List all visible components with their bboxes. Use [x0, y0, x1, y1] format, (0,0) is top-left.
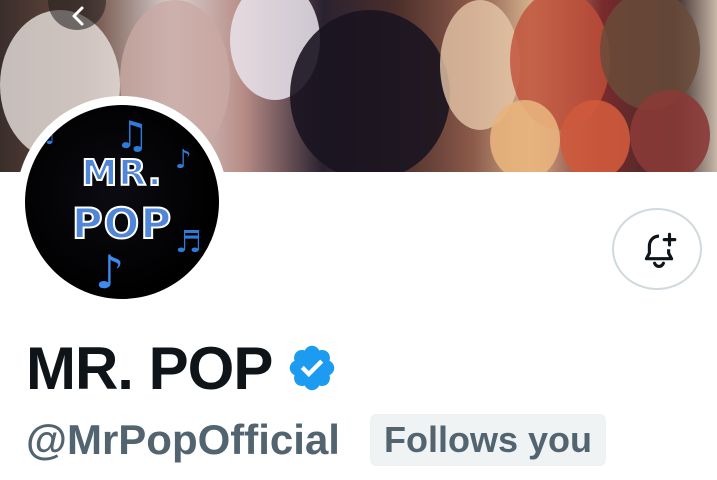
follows-you-badge: Follows you: [369, 414, 606, 466]
bell-plus-icon: [644, 232, 677, 268]
banner-figure: [490, 100, 560, 172]
music-note-icon: ♫: [115, 113, 150, 157]
back-button[interactable]: [48, 0, 106, 30]
banner-figure: [290, 10, 450, 172]
music-note-icon: ♩: [45, 125, 56, 150]
music-note-icon: ♪: [95, 245, 125, 299]
banner-figure: [560, 100, 630, 172]
handle-row: @MrPopOfficial Follows you: [26, 414, 606, 466]
avatar[interactable]: ♫ ♪ ♩ ♬ ♪ MR. POP: [25, 105, 219, 299]
name-row: MR. POP: [26, 332, 338, 404]
avatar-text-line1: MR.: [81, 152, 163, 195]
display-name: MR. POP: [26, 334, 273, 402]
verified-badge-icon[interactable]: [286, 342, 338, 394]
banner-figure: [630, 90, 710, 172]
notifications-button[interactable]: [612, 208, 702, 290]
avatar-text-line2: POP: [71, 198, 173, 249]
back-arrow-icon: [72, 6, 84, 26]
profile-handle: @MrPopOfficial: [26, 415, 340, 463]
